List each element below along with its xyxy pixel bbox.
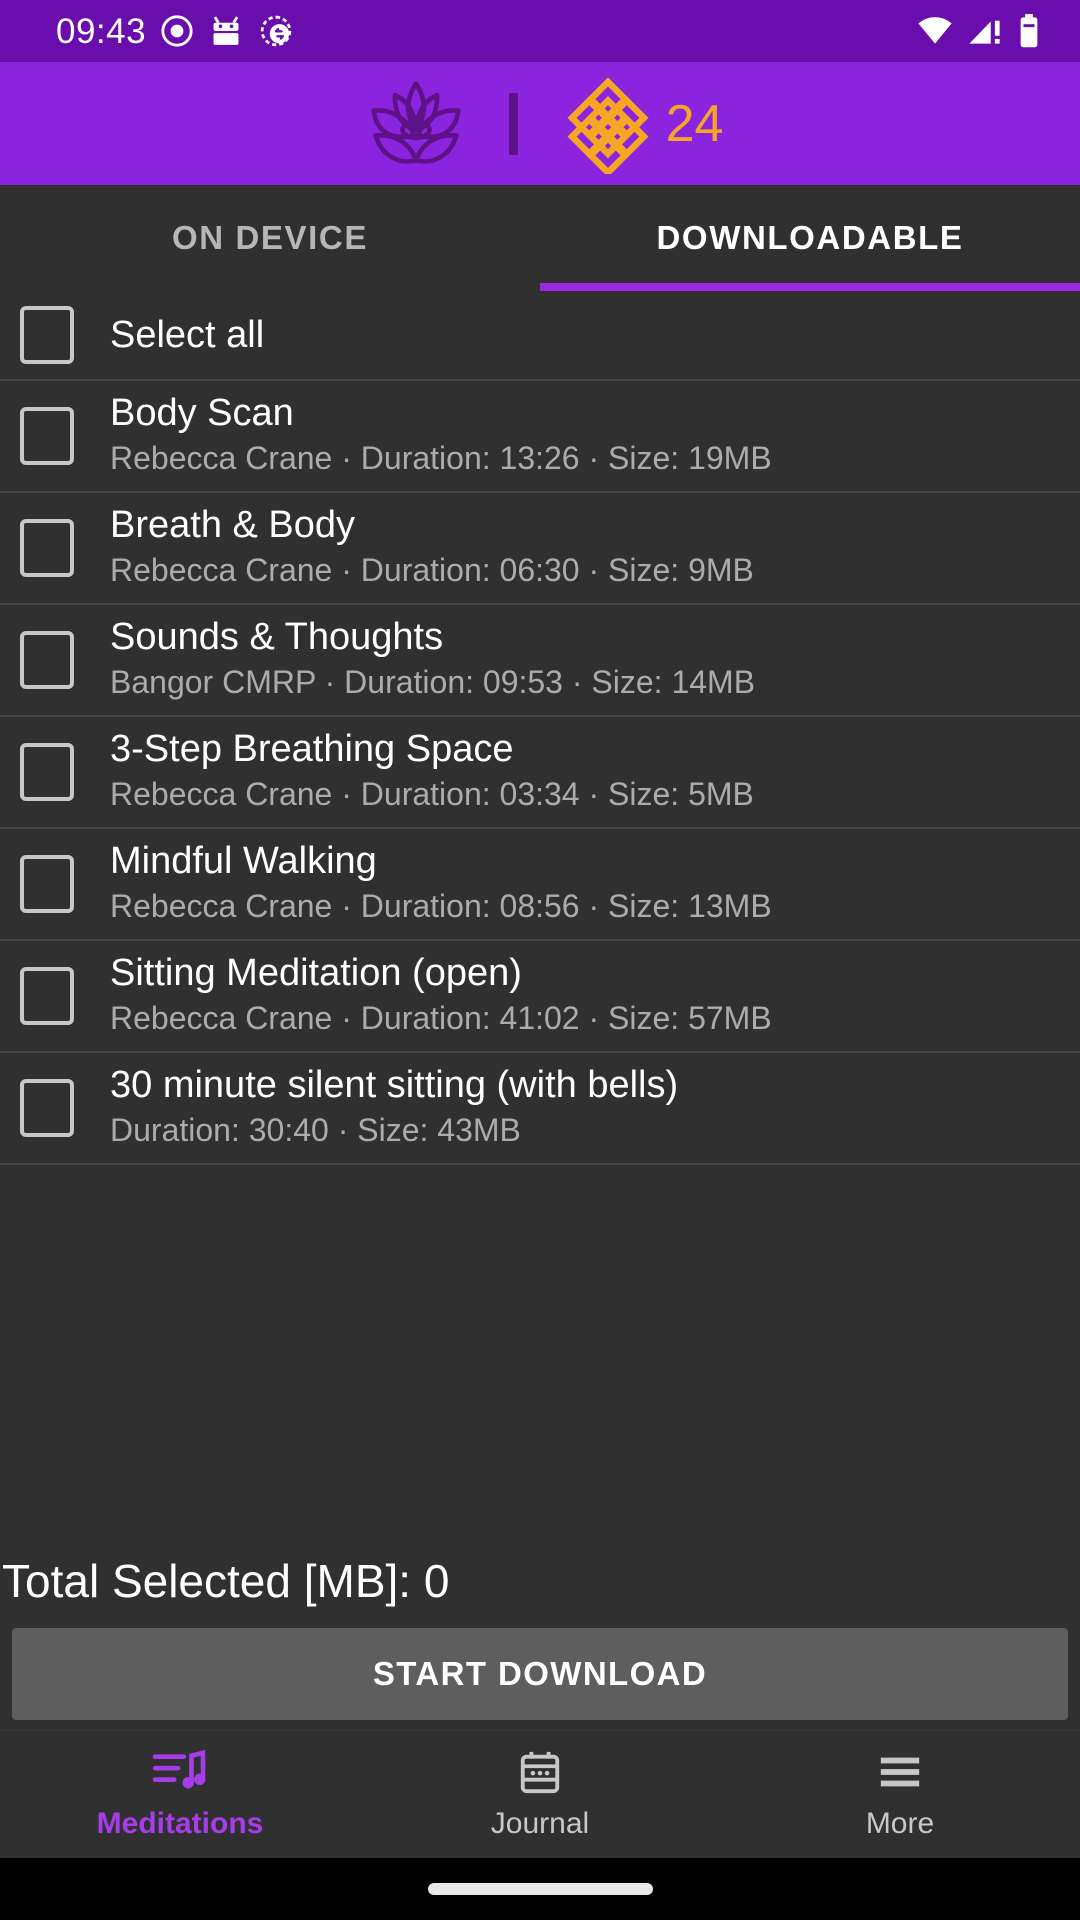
table-row[interactable]: 30 minute silent sitting (with bells) Du…: [0, 1051, 1080, 1163]
row-content: Body Scan Rebecca Crane · Duration: 13:2…: [110, 392, 772, 480]
battery-icon: [1020, 14, 1038, 48]
row-checkbox[interactable]: [20, 967, 74, 1025]
table-row[interactable]: Mindful Walking Rebecca Crane · Duration…: [0, 827, 1080, 939]
row-title: Breath & Body: [110, 503, 356, 546]
tab-on-device[interactable]: ON DEVICE: [0, 185, 540, 291]
row-title: Body Scan: [110, 391, 294, 434]
table-row[interactable]: Body Scan Rebecca Crane · Duration: 13:2…: [0, 379, 1080, 491]
brand-logo: [357, 74, 475, 174]
row-content: Sounds & Thoughts Bangor CMRP · Duration…: [110, 616, 755, 704]
nav-label-meditations: Meditations: [96, 1806, 264, 1840]
row-title: Mindful Walking: [110, 839, 377, 882]
tab-indicator: [540, 283, 1080, 291]
system-gesture-bar: [0, 1858, 1080, 1920]
calendar-icon: [520, 1751, 560, 1793]
row-subtitle: Rebecca Crane · Duration: 13:26 · Size: …: [110, 440, 772, 477]
row-content: 3-Step Breathing Space Rebecca Crane · D…: [110, 728, 754, 816]
select-all-row[interactable]: Select all: [0, 291, 1080, 379]
nav-label-journal: Journal: [490, 1806, 590, 1840]
tab-downloadable[interactable]: DOWNLOADABLE: [540, 185, 1080, 291]
table-row[interactable]: Sitting Meditation (open) Rebecca Crane …: [0, 939, 1080, 1051]
bottom-navigation: Meditations Journal More: [0, 1730, 1080, 1858]
row-content: Mindful Walking Rebecca Crane · Duration…: [110, 840, 772, 928]
gesture-pill[interactable]: [427, 1883, 653, 1895]
download-footer: Total Selected [MB]: 0 START DOWNLOAD: [0, 1532, 1080, 1730]
row-content: Breath & Body Rebecca Crane · Duration: …: [110, 504, 754, 592]
select-all-label: Select all: [110, 313, 265, 356]
record-icon: [161, 15, 193, 47]
cellular-signal-alert-icon: [969, 20, 1000, 44]
row-subtitle: Bangor CMRP · Duration: 09:53 · Size: 14…: [110, 664, 756, 701]
row-title: Sounds & Thoughts: [110, 615, 444, 658]
streak-counter: 24: [564, 74, 724, 174]
row-title: Sitting Meditation (open): [110, 951, 522, 994]
row-subtitle: Rebecca Crane · Duration: 41:02 · Size: …: [110, 1000, 772, 1037]
row-checkbox[interactable]: [20, 743, 74, 801]
nav-item-journal[interactable]: Journal: [360, 1749, 720, 1841]
android-robot-icon: [213, 16, 239, 45]
list-bottom-divider: [0, 1163, 1080, 1165]
app-screen: 09:43 24 ON DEVICE DOWNLOADABLE Select a…: [0, 0, 1080, 1920]
row-checkbox[interactable]: [20, 519, 74, 577]
nav-label-more: More: [865, 1806, 935, 1840]
streak-count: 24: [665, 94, 724, 153]
row-content: 30 minute silent sitting (with bells) Du…: [110, 1064, 678, 1152]
row-content: Sitting Meditation (open) Rebecca Crane …: [110, 952, 772, 1040]
row-checkbox[interactable]: [20, 407, 74, 465]
table-row[interactable]: Breath & Body Rebecca Crane · Duration: …: [0, 491, 1080, 603]
lotus-icon: [370, 80, 461, 164]
total-selected-label: Total Selected [MB]: 0: [2, 1555, 450, 1607]
status-bar-left: 09:43: [56, 14, 294, 49]
row-checkbox[interactable]: [20, 631, 74, 689]
start-download-button[interactable]: START DOWNLOAD: [12, 1628, 1068, 1720]
status-bar-right: [916, 14, 1040, 48]
row-subtitle: Rebecca Crane · Duration: 03:34 · Size: …: [110, 776, 754, 813]
hamburger-menu-icon: [880, 1757, 920, 1786]
status-clock: 09:43: [56, 11, 147, 51]
playlist-music-icon: [152, 1749, 206, 1788]
row-checkbox[interactable]: [20, 855, 74, 913]
nav-item-meditations[interactable]: Meditations: [0, 1749, 360, 1841]
wifi-icon: [918, 17, 952, 44]
meditation-list: Select all Body Scan Rebecca Crane · Dur…: [0, 291, 1080, 1532]
row-title: 3-Step Breathing Space: [110, 727, 514, 770]
row-subtitle: Rebecca Crane · Duration: 08:56 · Size: …: [110, 888, 772, 925]
table-row[interactable]: Sounds & Thoughts Bangor CMRP · Duration…: [0, 603, 1080, 715]
brand-divider: [508, 92, 518, 155]
row-title: 30 minute silent sitting (with bells): [110, 1063, 679, 1106]
table-row[interactable]: 3-Step Breathing Space Rebecca Crane · D…: [0, 715, 1080, 827]
row-subtitle: Duration: 30:40 · Size: 43MB: [110, 1112, 521, 1149]
select-all-checkbox[interactable]: [20, 306, 74, 364]
row-checkbox[interactable]: [20, 1079, 74, 1137]
signal-sync-icon: [260, 15, 292, 47]
app-bar: 24: [0, 62, 1080, 185]
tab-bar: ON DEVICE DOWNLOADABLE: [0, 185, 1080, 291]
row-subtitle: Rebecca Crane · Duration: 06:30 · Size: …: [110, 552, 754, 589]
nav-item-more[interactable]: More: [720, 1749, 1080, 1841]
status-bar: 09:43: [0, 0, 1080, 62]
endless-knot-icon: [567, 76, 649, 174]
